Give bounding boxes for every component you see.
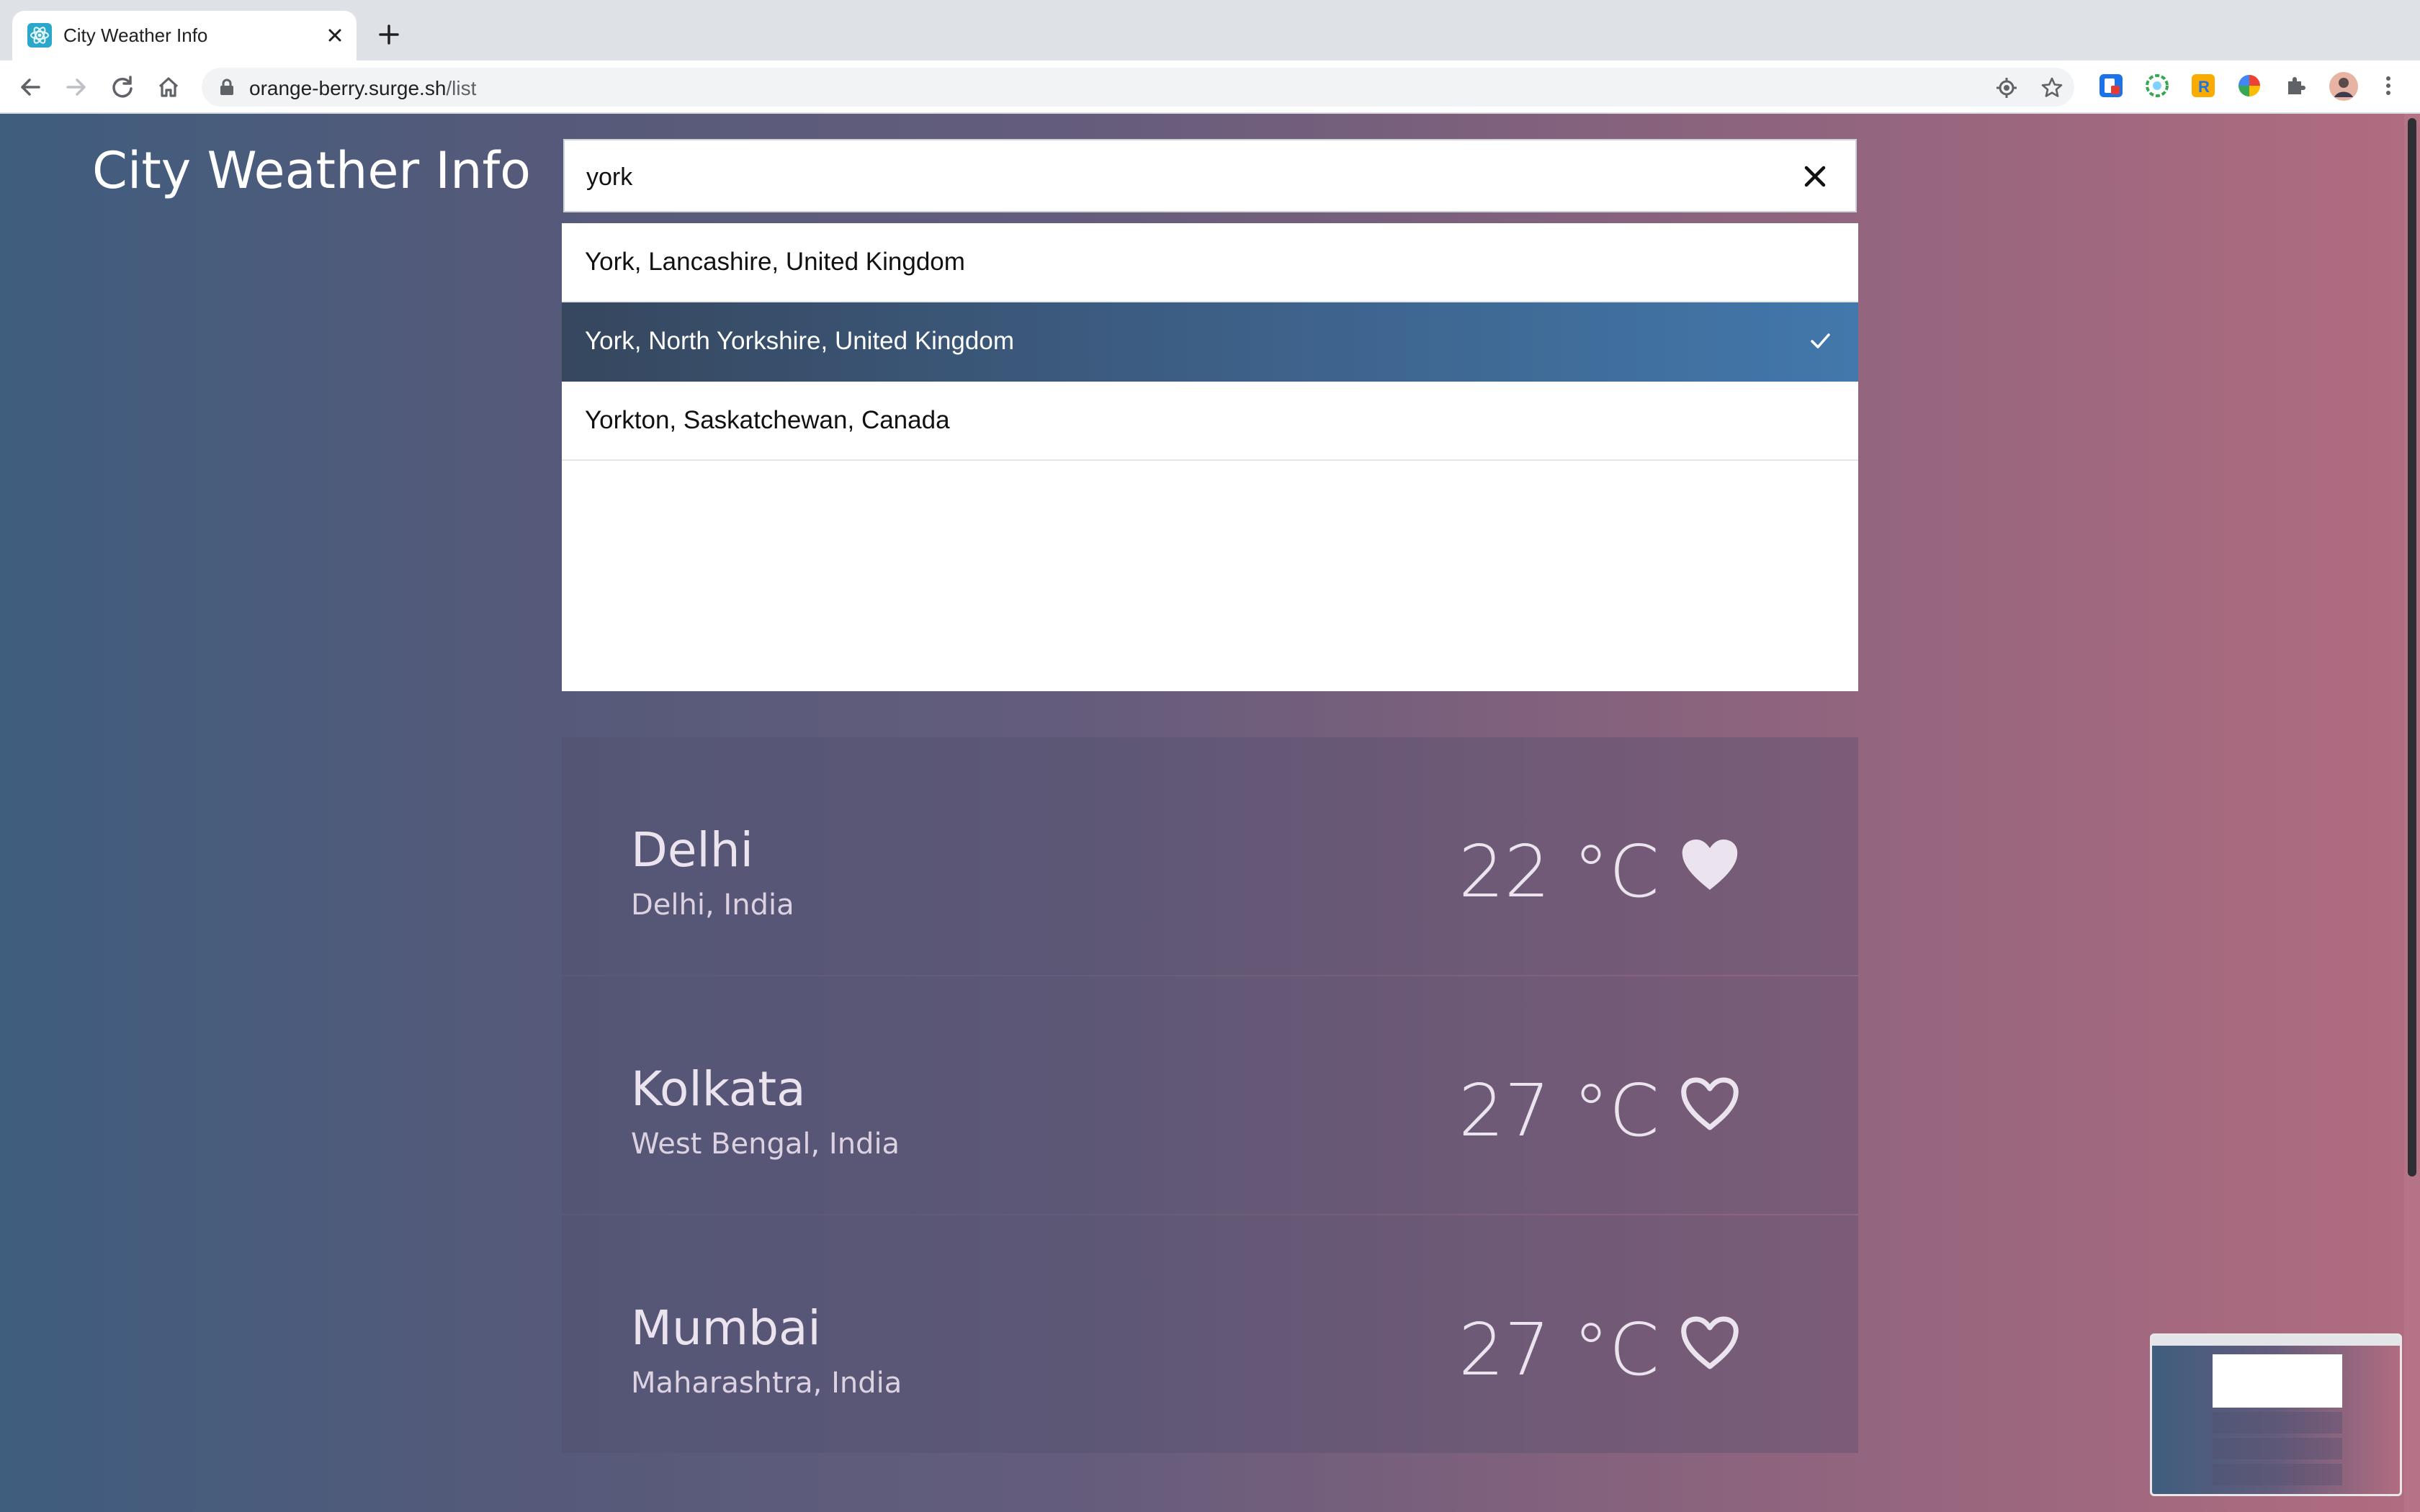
- app-title: City Weather Info: [92, 141, 531, 200]
- city-weather-card[interactable]: Delhi Delhi, India 22 °C: [562, 737, 1858, 975]
- page-scrollbar[interactable]: [2404, 114, 2420, 1512]
- clear-search-icon[interactable]: [1801, 162, 1829, 191]
- city-weather-card[interactable]: Kolkata West Bengal, India 27 °C: [562, 976, 1858, 1214]
- city-temperature: 27 °C: [1458, 1068, 1659, 1153]
- preview-dropdown: [2213, 1354, 2342, 1408]
- city-weather-card[interactable]: Mumbai Maharashtra, India 27 °C: [562, 1215, 1858, 1453]
- checkmark-icon: [1811, 333, 1830, 348]
- url-host: orange-berry.surge.sh: [249, 77, 447, 99]
- city-region: West Bengal, India: [631, 1128, 900, 1161]
- scrollbar-thumb[interactable]: [2408, 118, 2416, 1176]
- city-temperature: 22 °C: [1458, 829, 1659, 914]
- heart-filled-icon[interactable]: [1678, 834, 1742, 897]
- city-name: Delhi: [631, 822, 753, 878]
- new-tab-icon[interactable]: [376, 22, 402, 48]
- extension-red-icon[interactable]: [2098, 73, 2124, 99]
- preview-page: [2152, 1346, 2400, 1494]
- suggestion-label: York, North Yorkshire, United Kingdom: [585, 327, 1014, 355]
- extension-green-circle-icon[interactable]: [2144, 73, 2170, 99]
- location-icon[interactable]: [1995, 76, 2018, 99]
- bookmark-star-icon[interactable]: [2040, 76, 2063, 99]
- svg-text:R: R: [2198, 78, 2210, 96]
- suggestion-option-selected[interactable]: York, North Yorkshire, United Kingdom: [562, 302, 1858, 382]
- suggestion-label: Yorkton, Saskatchewan, Canada: [585, 406, 950, 434]
- preview-card: [2213, 1464, 2342, 1485]
- url-path: /list: [446, 77, 477, 99]
- forward-icon[interactable]: [62, 73, 91, 102]
- screen-preview-thumbnail[interactable]: [2150, 1333, 2402, 1496]
- extension-r-icon[interactable]: R: [2190, 73, 2216, 99]
- suggestion-option[interactable]: Yorkton, Saskatchewan, Canada: [562, 382, 1858, 461]
- suggestion-label: York, Lancashire, United Kingdom: [585, 248, 965, 276]
- heart-outline-icon[interactable]: [1678, 1073, 1742, 1136]
- city-search-box[interactable]: [563, 139, 1857, 212]
- suggestion-option[interactable]: York, Lancashire, United Kingdom: [562, 223, 1858, 302]
- menu-icon[interactable]: [2375, 73, 2401, 99]
- city-search-input[interactable]: [586, 158, 1739, 197]
- extensions-icon[interactable]: [2282, 73, 2308, 99]
- search-suggestions-dropdown: York, Lancashire, United Kingdom York, N…: [562, 223, 1858, 691]
- reload-icon[interactable]: [108, 73, 137, 102]
- lock-icon[interactable]: [219, 78, 235, 96]
- preview-card: [2213, 1412, 2342, 1434]
- back-icon[interactable]: [16, 73, 45, 102]
- city-region: Maharashtra, India: [631, 1367, 902, 1400]
- browser-toolbar: orange-berry.surge.sh/list R: [0, 60, 2420, 114]
- city-temperature: 27 °C: [1458, 1308, 1659, 1392]
- tab-title: City Weather Info: [63, 24, 208, 46]
- heart-outline-icon[interactable]: [1678, 1312, 1742, 1375]
- home-icon[interactable]: [154, 73, 183, 102]
- city-name: Mumbai: [631, 1300, 821, 1356]
- browser-tab-strip: City Weather Info: [0, 0, 2420, 60]
- city-name: Kolkata: [631, 1061, 806, 1117]
- react-favicon-icon: [27, 23, 52, 48]
- url-text: orange-berry.surge.sh/list: [249, 77, 476, 100]
- preview-browser-bar: [2152, 1336, 2400, 1346]
- extension-color-wheel-icon[interactable]: [2236, 73, 2262, 99]
- city-region: Delhi, India: [631, 888, 794, 922]
- preview-card: [2213, 1438, 2342, 1459]
- close-tab-icon[interactable]: [323, 24, 346, 47]
- page-content: City Weather Info York, Lancashire, Unit…: [0, 114, 2420, 1512]
- address-bar[interactable]: orange-berry.surge.sh/list: [202, 68, 2074, 107]
- browser-tab[interactable]: City Weather Info: [12, 11, 357, 60]
- profile-avatar[interactable]: [2329, 71, 2359, 102]
